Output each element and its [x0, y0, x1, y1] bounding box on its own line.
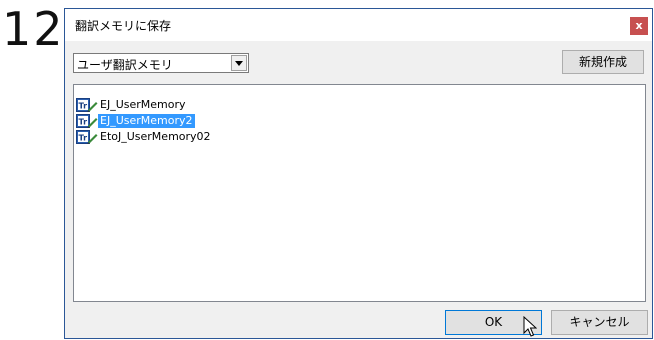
list-item-label: EJ_UserMemory [100, 98, 186, 111]
translation-memory-icon: Tr [76, 114, 98, 128]
memory-list[interactable]: Tr EJ_UserMemory Tr EJ_UserMemory2 Tr Et… [73, 84, 646, 302]
mouse-cursor-icon [523, 316, 537, 337]
memory-type-dropdown[interactable]: ユーザ翻訳メモリ [73, 53, 249, 73]
cancel-button[interactable]: キャンセル [551, 310, 648, 335]
list-item-label: EtoJ_UserMemory02 [100, 130, 211, 143]
memory-type-value: ユーザ翻訳メモリ [77, 58, 173, 72]
svg-text:Tr: Tr [79, 102, 88, 111]
close-button[interactable]: x [630, 17, 648, 35]
new-memory-button[interactable]: 新規作成 [562, 50, 644, 74]
close-icon: x [635, 19, 643, 32]
svg-text:Tr: Tr [79, 118, 88, 127]
save-to-translation-memory-dialog: 翻訳メモリに保存 x ユーザ翻訳メモリ 新規作成 Tr EJ_UserMemor… [64, 8, 653, 339]
title-bar: 翻訳メモリに保存 x [65, 9, 652, 41]
dropdown-arrow-button[interactable] [231, 55, 247, 71]
list-item-label: EJ_UserMemory2 [98, 114, 195, 128]
dialog-title: 翻訳メモリに保存 [75, 19, 172, 33]
translation-memory-icon: Tr [76, 130, 98, 144]
chevron-down-icon [235, 61, 243, 66]
translation-memory-icon: Tr [76, 98, 98, 112]
step-number: 12 [2, 2, 65, 56]
svg-text:Tr: Tr [79, 134, 88, 143]
